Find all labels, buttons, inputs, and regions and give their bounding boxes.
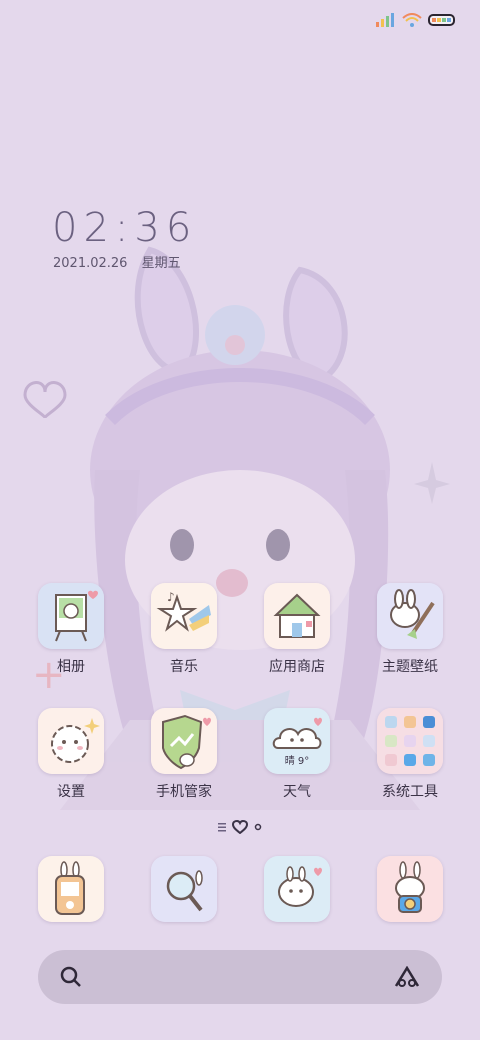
app-gallery[interactable]: 相册 [16, 583, 126, 676]
messages-icon [264, 856, 330, 922]
app-system-tools-folder[interactable]: 系统工具 [355, 708, 465, 801]
music-icon: ♪ [151, 583, 217, 649]
heart-page-dot-icon [232, 820, 248, 834]
clock-time[interactable]: 02:36 [52, 205, 197, 251]
security-icon [151, 708, 217, 774]
weekday-text: 星期五 [141, 256, 181, 271]
assistant-icon[interactable] [394, 966, 420, 988]
date-text: 2021.02.26 [53, 256, 128, 271]
dock-camera[interactable] [355, 856, 465, 922]
dock-phone[interactable] [16, 856, 126, 922]
app-label: 相册 [57, 659, 85, 675]
system-tools-folder-icon [377, 708, 443, 774]
page-indicator[interactable] [218, 820, 262, 834]
wifi-icon [402, 13, 422, 27]
app-settings[interactable]: 设置 [16, 708, 126, 801]
app-label: 主题壁纸 [382, 659, 438, 675]
camera-icon [377, 856, 443, 922]
app-label: 系统工具 [382, 784, 438, 800]
app-security[interactable]: 手机管家 [129, 708, 239, 801]
app-label: 设置 [57, 784, 85, 800]
app-store-icon [264, 583, 330, 649]
menu-lines-icon [218, 823, 226, 832]
themes-icon [377, 583, 443, 649]
page-dot-icon [254, 823, 262, 831]
clock-date: 2021.02.26 星期五 [53, 252, 181, 271]
battery-icon [428, 14, 455, 26]
app-label: 音乐 [170, 659, 198, 675]
search-bar[interactable] [38, 950, 442, 1004]
status-bar [376, 8, 456, 32]
weather-widget-text: 晴 9° [285, 754, 310, 767]
settings-icon [38, 708, 104, 774]
search-icon[interactable] [60, 966, 82, 988]
app-music[interactable]: ♪ 音乐 [129, 583, 239, 676]
app-weather[interactable]: 晴 9° 天气 [242, 708, 352, 801]
app-themes[interactable]: 主题壁纸 [355, 583, 465, 676]
app-label: 手机管家 [156, 784, 212, 800]
dock-messages[interactable] [242, 856, 352, 922]
dock-browser[interactable] [129, 856, 239, 922]
browser-icon [151, 856, 217, 922]
app-label: 天气 [283, 784, 311, 800]
app-store[interactable]: 应用商店 [242, 583, 352, 676]
weather-icon: 晴 9° [264, 708, 330, 774]
phone-icon [38, 856, 104, 922]
signal-icon [376, 13, 394, 27]
app-label: 应用商店 [269, 659, 325, 675]
gallery-icon [38, 583, 104, 649]
svg-text:♪: ♪ [167, 590, 175, 604]
